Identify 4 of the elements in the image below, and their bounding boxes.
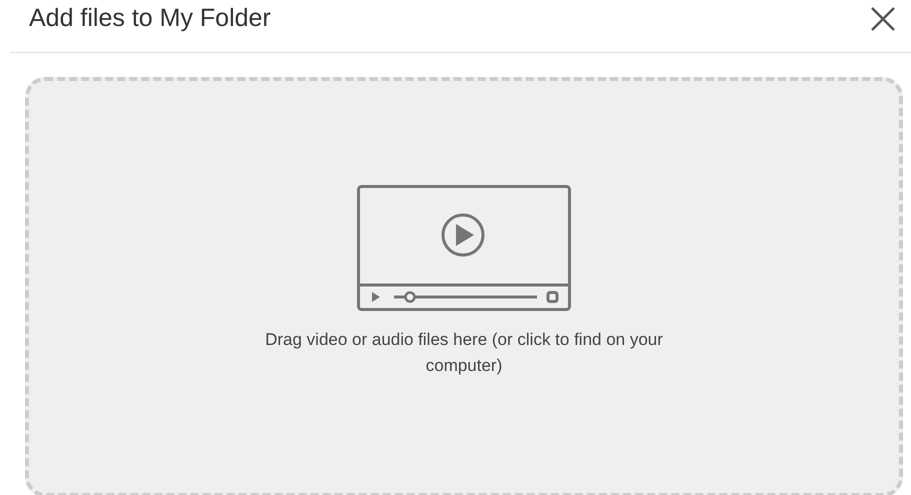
dialog-title: Add files to My Folder	[29, 3, 271, 34]
video-player-icon	[357, 184, 571, 310]
drop-instructions: Drag video or audio files here (or click to find on your computer)	[264, 328, 664, 376]
drop-zone[interactable]: Drag video or audio files here (or click to find on your computer)	[25, 76, 903, 495]
